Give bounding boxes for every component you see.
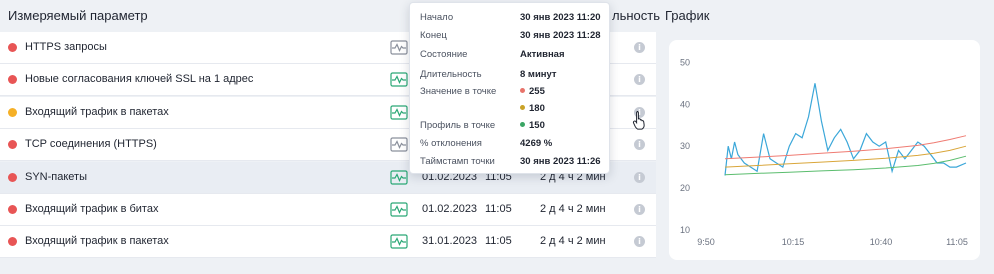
series-dot-icon — [520, 88, 525, 93]
graph-icon[interactable] — [390, 72, 408, 87]
info-icon[interactable]: i — [634, 236, 645, 248]
row-date: 31.01.2023 — [422, 235, 478, 248]
graph-icon[interactable] — [390, 105, 408, 120]
graph-icon[interactable] — [390, 137, 408, 152]
tooltip-deviation-label: % отклонения — [420, 138, 482, 149]
graph-icon[interactable] — [390, 40, 408, 55]
y-tick-label: 40 — [680, 99, 690, 109]
hand-cursor-icon — [632, 111, 645, 130]
graph-icon[interactable] — [390, 234, 408, 249]
series-line — [724, 83, 967, 176]
info-icon[interactable]: i — [634, 139, 645, 151]
status-dot-icon — [8, 43, 17, 52]
tooltip-end-label: Конец — [420, 30, 447, 41]
table-row[interactable]: Входящий трафик в битах 01.02.2023 11:05 2 … — [0, 194, 656, 226]
status-dot-icon — [8, 75, 17, 85]
status-dot-icon — [8, 172, 17, 182]
info-icon[interactable]: i — [634, 204, 645, 215]
tooltip-point-value-1: 255 — [520, 86, 545, 97]
tooltip-profile-label: Профиль в точке — [420, 120, 496, 131]
graph-icon[interactable] — [390, 169, 408, 185]
tooltip-state-value: Активная — [520, 49, 565, 60]
tooltip-duration-value: 8 минут — [520, 69, 557, 80]
row-duration: 2 д 4 ч 2 мин — [540, 203, 606, 215]
parameter-name: Входящий трафик в битах — [25, 203, 159, 215]
row-duration: 2 д 4 ч 2 мин — [540, 235, 606, 248]
tooltip-start-label: Начало — [420, 12, 454, 23]
parameter-name: HTTPS запросы — [25, 41, 107, 53]
y-tick-label: 20 — [680, 183, 690, 193]
chart-svg: 50 40 30 20 10 9:50 10:15 10:40 11:05 — [680, 57, 968, 247]
parameter-name: SYN-пакеты — [25, 170, 87, 183]
parameter-name: Входящий трафик в пакетах — [25, 235, 169, 248]
status-dot-icon — [8, 107, 17, 117]
status-dot-icon — [8, 237, 17, 247]
x-tick-label: 11:05 — [946, 237, 968, 247]
tooltip-duration-label: Длительность — [420, 69, 482, 80]
column-header-parameter: Измеряемый параметр — [8, 8, 148, 23]
tooltip-timestamp-label: Таймстамп точки — [420, 156, 495, 167]
parameter-name: Новые согласования ключей SSL на 1 адрес — [25, 73, 254, 86]
tooltip-deviation-value: 4269 % — [520, 138, 553, 149]
tooltip-end-value: 30 янв 2023 11:28 — [520, 30, 601, 41]
y-tick-label: 30 — [680, 141, 690, 151]
x-tick-label: 10:15 — [782, 237, 805, 247]
metric-chart: 50 40 30 20 10 9:50 10:15 10:40 11:05 — [669, 40, 980, 260]
parameter-name: Входящий трафик в пакетах — [25, 105, 169, 118]
info-icon[interactable]: i — [634, 171, 645, 183]
series-dot-icon — [520, 122, 525, 127]
status-dot-icon — [8, 205, 17, 214]
x-tick-label: 9:50 — [697, 237, 715, 247]
column-header-graph: График — [665, 8, 710, 23]
row-time: 11:05 — [485, 203, 512, 215]
series-dot-icon — [520, 105, 525, 110]
x-tick-label: 10:40 — [870, 237, 893, 247]
point-tooltip: Начало 30 янв 2023 11:20 Конец 30 янв 20… — [409, 2, 610, 174]
tooltip-state-label: Состояние — [420, 49, 468, 60]
info-icon[interactable]: i — [634, 74, 645, 86]
y-tick-label: 10 — [680, 225, 690, 235]
row-time: 11:05 — [485, 235, 512, 248]
tooltip-point-value-label: Значение в точке — [420, 86, 497, 97]
tooltip-point-value-2: 180 — [520, 103, 545, 114]
graph-icon[interactable] — [390, 202, 408, 217]
column-header-duration[interactable]: льность — [612, 8, 660, 23]
row-date: 01.02.2023 — [422, 203, 478, 215]
table-row[interactable]: Входящий трафик в пакетах 31.01.2023 11:05… — [0, 226, 656, 259]
status-dot-icon — [8, 140, 17, 150]
parameter-name: TCP соединения (HTTPS) — [25, 138, 157, 151]
tooltip-timestamp-value: 30 янв 2023 11:26 — [520, 156, 601, 167]
info-icon[interactable]: i — [634, 42, 645, 53]
tooltip-start-value: 30 янв 2023 11:20 — [520, 12, 601, 23]
y-tick-label: 50 — [680, 57, 690, 67]
tooltip-profile-value: 150 — [520, 120, 545, 131]
